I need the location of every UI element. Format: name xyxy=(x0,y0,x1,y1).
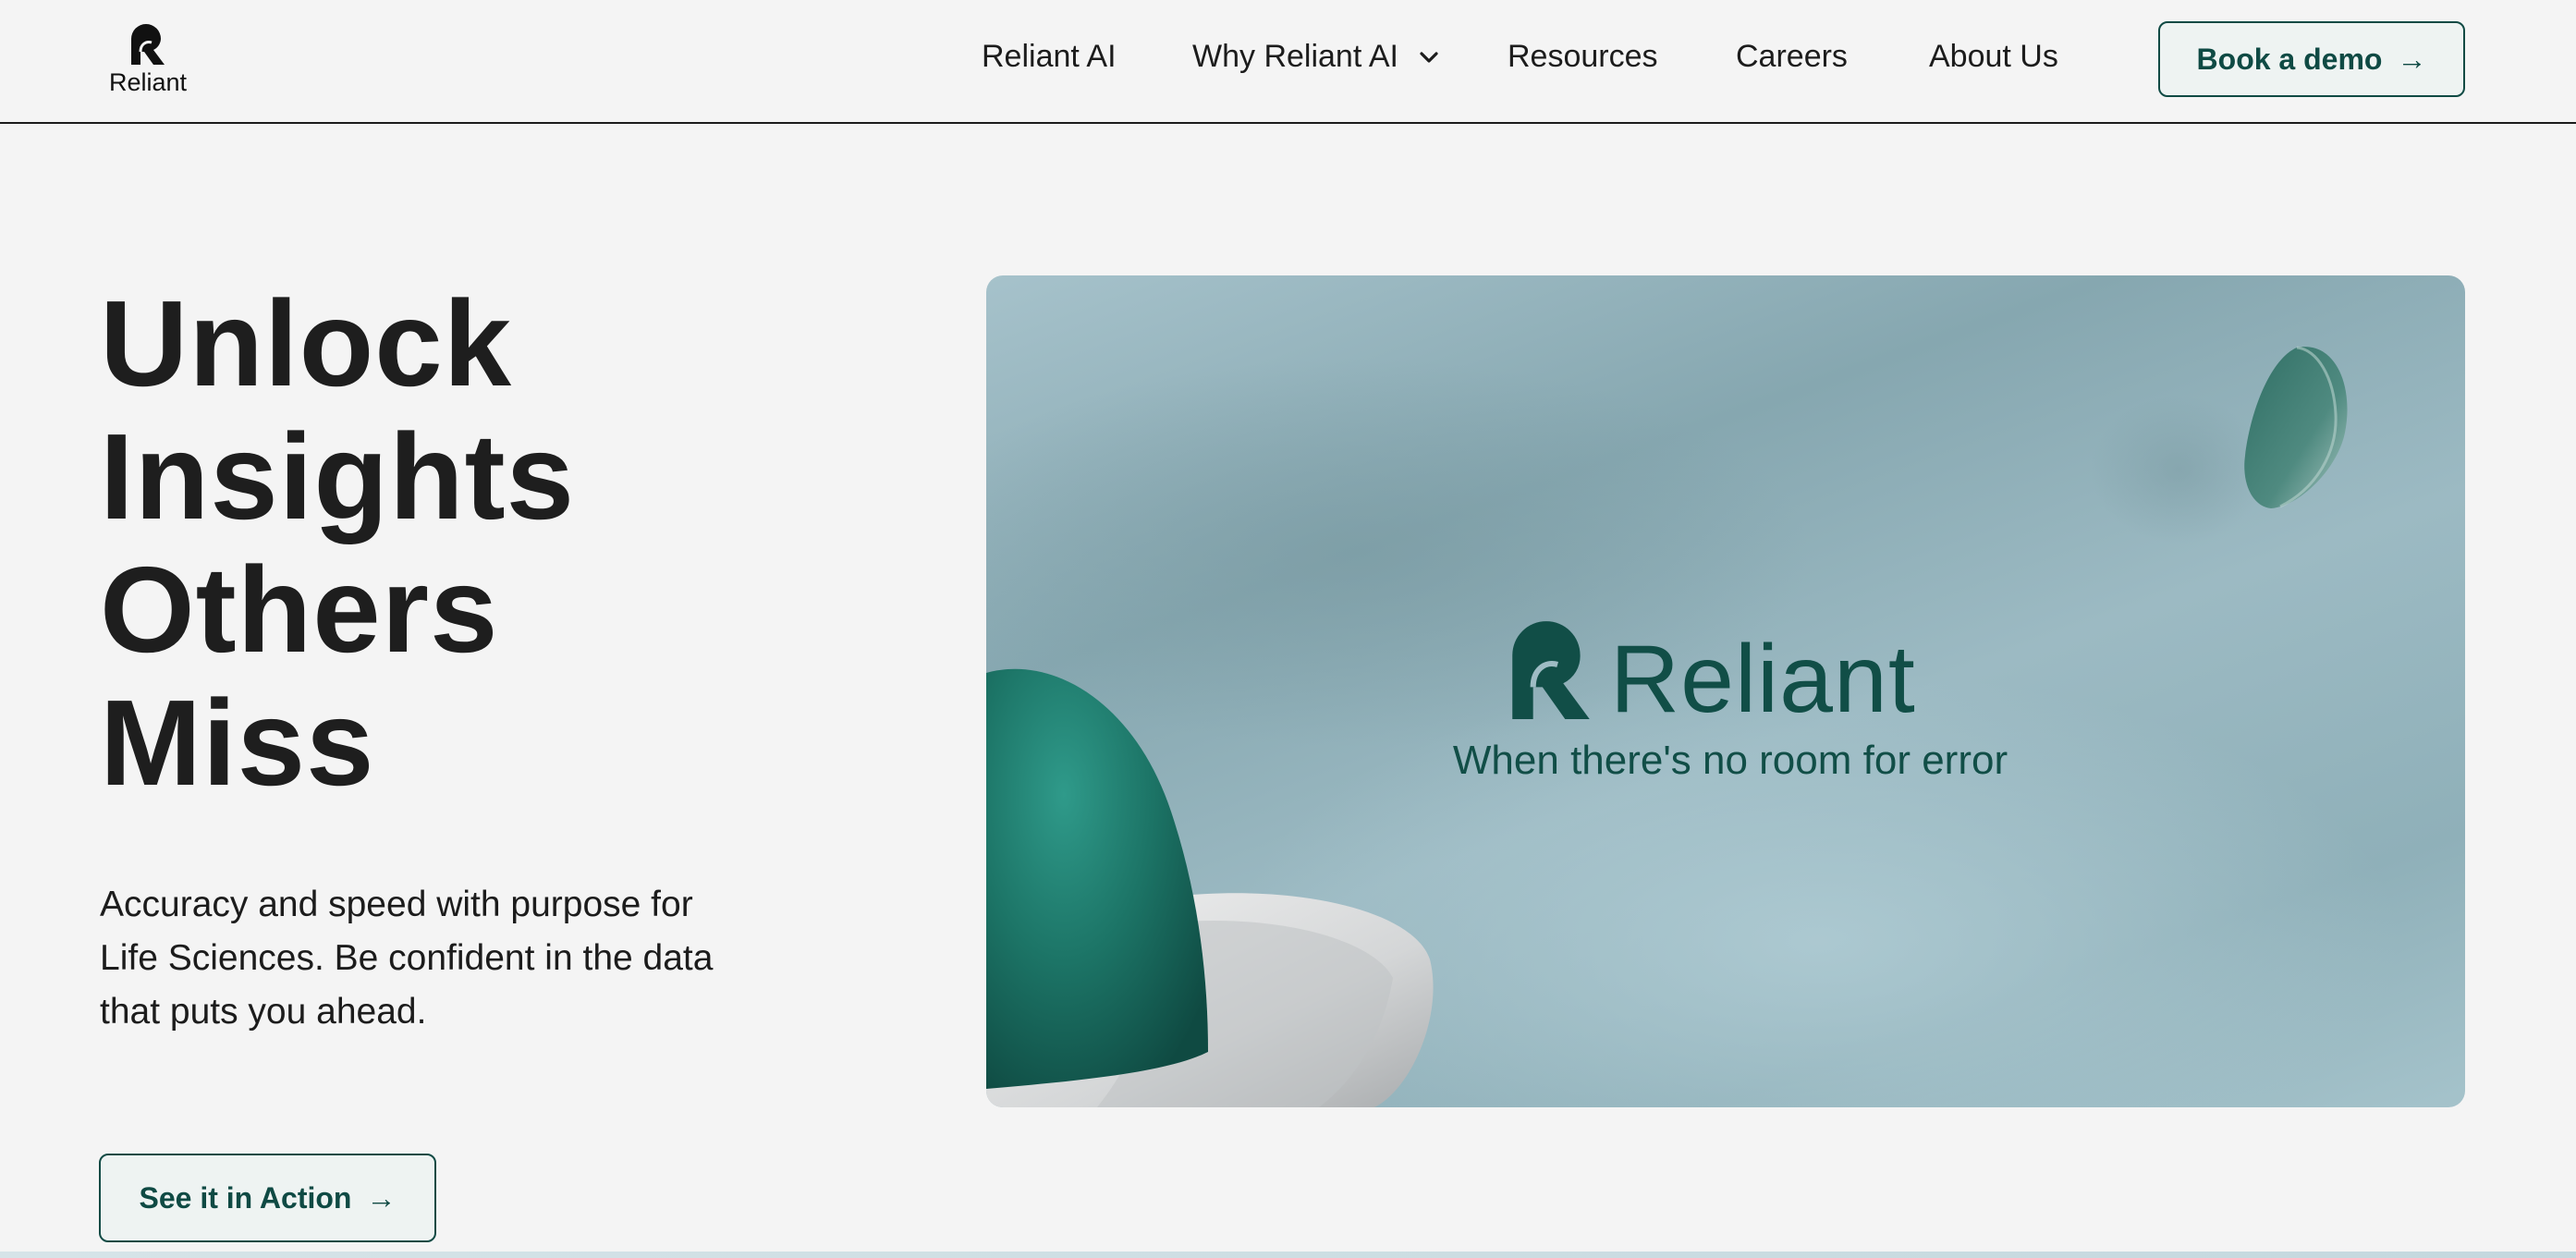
logo-text: Reliant xyxy=(108,68,188,96)
nav-about-us[interactable]: About Us xyxy=(1929,39,2058,75)
hero-subtitle: Accuracy and speed with purpose for Life… xyxy=(100,885,714,1032)
nav-why-reliant-ai-label: Why Reliant AI xyxy=(1192,39,1398,74)
nav-careers[interactable]: Careers xyxy=(1736,39,1848,75)
hero-title: Unlock Insights Others Miss xyxy=(100,277,575,810)
reliant-logo[interactable]: Reliant xyxy=(102,18,194,102)
reliant-logo-icon xyxy=(131,24,165,65)
nav-resources[interactable]: Resources xyxy=(1508,39,1658,75)
see-it-in-action-button[interactable]: See it in Action → xyxy=(99,1154,436,1242)
hero-title-line: Insights xyxy=(100,409,576,544)
chevron-down-icon xyxy=(1420,52,1439,63)
video-brand-name: Reliant xyxy=(1610,626,1916,733)
site-header: Reliant Reliant AI Why Reliant AI Resour… xyxy=(0,0,2576,124)
hero-video[interactable]: Reliant When there's no room for error xyxy=(986,275,2465,1107)
nav-reliant-ai[interactable]: Reliant AI xyxy=(982,39,1117,75)
book-demo-label: Book a demo xyxy=(2196,42,2383,76)
hero-title-line: Others xyxy=(100,542,499,678)
arrow-right-icon: → xyxy=(2397,42,2427,76)
see-it-in-action-label: See it in Action xyxy=(139,1180,352,1215)
page-bottom-edge xyxy=(0,1252,2576,1258)
reliant-logo-icon xyxy=(1512,621,1590,719)
book-demo-button[interactable]: Book a demo → xyxy=(2158,21,2465,97)
video-tagline: When there's no room for error xyxy=(1452,738,2008,783)
nav-why-reliant-ai[interactable]: Why Reliant AI xyxy=(1192,39,1439,75)
arrow-right-icon: → xyxy=(366,1180,397,1215)
hero-title-line: Unlock xyxy=(100,275,513,411)
hero-title-line: Miss xyxy=(100,675,375,811)
